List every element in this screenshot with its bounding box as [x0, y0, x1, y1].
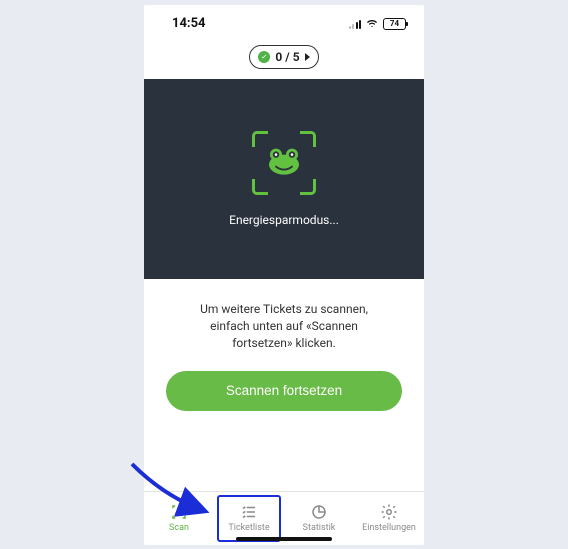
tab-settings[interactable]: Einstellungen [354, 492, 424, 545]
scan-icon [170, 503, 188, 521]
home-indicator [236, 537, 332, 541]
instruction-text: Um weitere Tickets zu scannen, einfach u… [144, 279, 424, 367]
battery-icon: 74 [383, 18, 406, 30]
gear-icon [380, 503, 398, 521]
stats-icon [310, 503, 328, 521]
cellular-icon [349, 19, 362, 29]
tab-label: Einstellungen [362, 523, 416, 533]
play-icon [305, 53, 310, 61]
check-icon [258, 51, 270, 63]
status-bar: 14:54 74 [144, 5, 424, 37]
wifi-icon [365, 18, 379, 29]
frog-icon [266, 147, 302, 175]
tab-label: Ticketliste [228, 523, 269, 533]
list-icon [240, 503, 258, 521]
scan-counter-value: 0 / 5 [275, 50, 299, 64]
top-area: 0 / 5 [144, 37, 424, 79]
scan-frame [252, 131, 316, 195]
phone-frame: 14:54 74 0 / 5 [144, 5, 424, 545]
status-right: 74 [349, 18, 407, 30]
panel-status-text: Energiesparmodus... [229, 213, 339, 227]
status-time: 14:54 [172, 16, 206, 31]
scan-counter-pill[interactable]: 0 / 5 [249, 45, 318, 69]
scanner-panel: Energiesparmodus... [144, 79, 424, 279]
resume-scan-button[interactable]: Scannen fortsetzen [166, 371, 402, 411]
tab-scan[interactable]: Scan [144, 492, 214, 545]
tab-label: Scan [169, 523, 189, 533]
tab-label: Statistik [303, 523, 336, 533]
